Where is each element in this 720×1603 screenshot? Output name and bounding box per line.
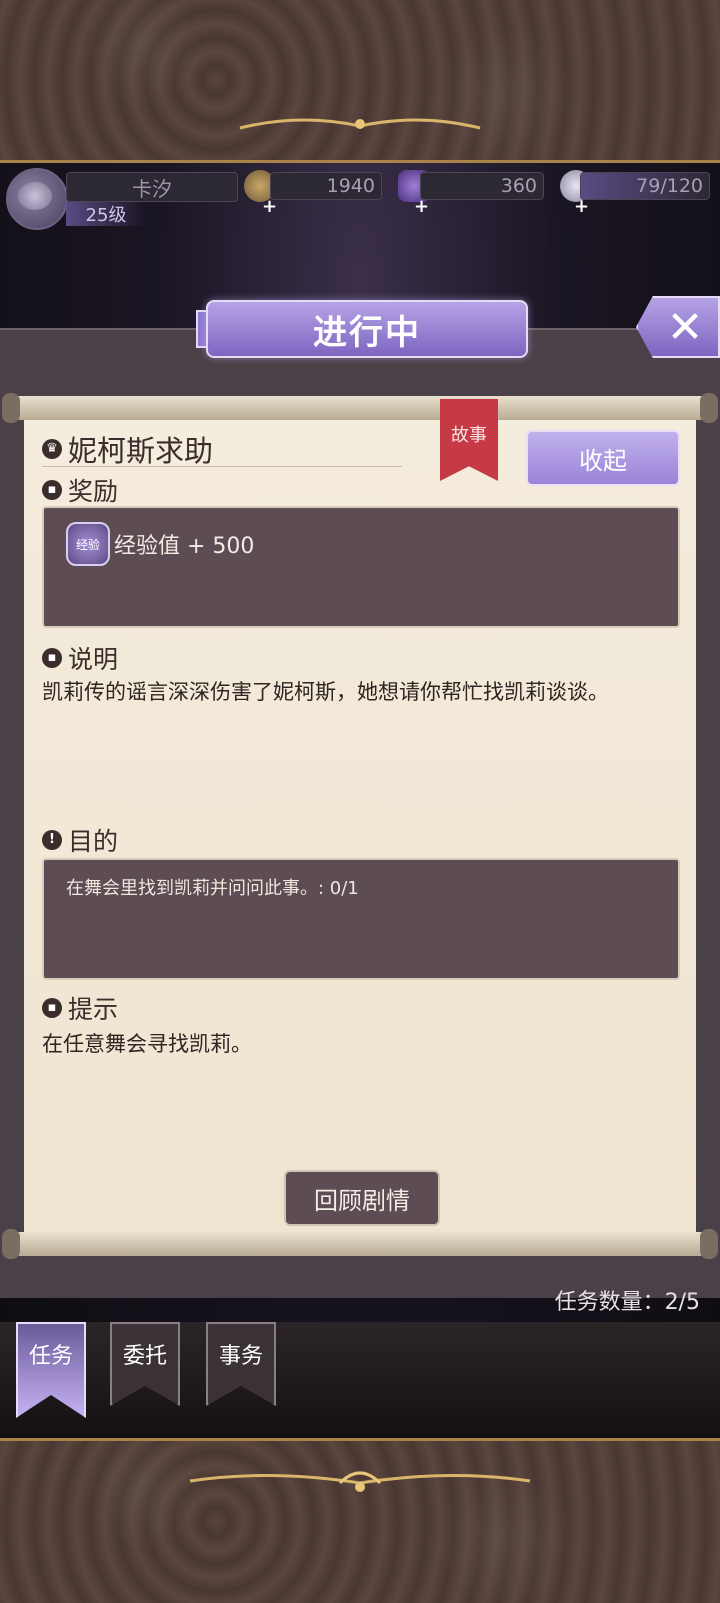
bottom-wood-frame <box>0 1438 720 1603</box>
goal-heading: ! 目的 <box>42 822 118 858</box>
gem-count: 360 <box>420 172 544 200</box>
reward-heading-label: 奖励 <box>68 477 119 506</box>
scroll-rod-bottom <box>8 1232 712 1256</box>
stamina-count: 79/120 <box>580 172 710 200</box>
player-level: 25级 <box>66 202 146 226</box>
title-divider <box>42 466 402 467</box>
quest-title: ♛ 妮柯斯求助 <box>42 428 213 470</box>
desc-heading-label: 说明 <box>68 645 119 674</box>
add-gem-icon[interactable]: + <box>414 196 429 217</box>
close-icon: ✕ <box>666 301 704 353</box>
desc-text: 凯莉传的谣言深深伤害了妮柯斯，她想请你帮忙找凯莉谈谈。 <box>42 680 609 704</box>
desc-heading: ▪ 说明 <box>42 640 118 676</box>
scroll-rod-end-left <box>2 393 20 423</box>
tab-bar <box>0 1322 720 1438</box>
reward-box: 经验 经验值 + 500 <box>42 506 680 628</box>
gold-ornament-icon <box>239 118 481 130</box>
hint-text: 在任意舞会寻找凯莉。 <box>42 1032 252 1056</box>
hint-bullet-icon: ▪ <box>42 998 62 1018</box>
player-name: 卡汐 <box>66 172 238 202</box>
gold-ornament-bottom-icon <box>189 1471 531 1492</box>
reward-heading: ▪ 奖励 <box>42 472 118 508</box>
reward-bullet-icon: ▪ <box>42 480 62 500</box>
exclamation-icon: ! <box>42 830 62 850</box>
page-title: 进行中 <box>206 300 528 358</box>
scroll-rod-end-right <box>700 393 718 423</box>
scroll-rod-end-left-bottom <box>2 1229 20 1259</box>
reward-text: 经验值 + 500 <box>114 534 255 559</box>
add-coin-icon[interactable]: + <box>262 196 277 217</box>
scroll-rod-end-right-bottom <box>700 1229 718 1259</box>
desc-bullet-icon: ▪ <box>42 648 62 668</box>
goal-heading-label: 目的 <box>68 827 119 856</box>
add-stamina-icon[interactable]: + <box>574 196 589 217</box>
scroll-rod-top <box>8 396 712 420</box>
hint-heading: ▪ 提示 <box>42 990 118 1026</box>
collapse-button[interactable]: 收起 <box>526 430 680 486</box>
goal-box: 在舞会里找到凯莉并问问此事。: 0/1 <box>42 858 680 980</box>
exp-icon: 经验 <box>66 522 110 566</box>
coin-count: 1940 <box>270 172 382 200</box>
rose-icon <box>18 182 52 210</box>
top-wood-frame <box>0 0 720 163</box>
hint-heading-label: 提示 <box>68 995 119 1024</box>
close-button[interactable]: ✕ <box>636 296 720 358</box>
quest-name: 妮柯斯求助 <box>68 434 214 468</box>
crown-icon: ♛ <box>42 439 62 459</box>
task-count: 任务数量：2/5 <box>554 1290 700 1315</box>
goal-text: 在舞会里找到凯莉并问问此事。: 0/1 <box>66 878 359 899</box>
review-story-button[interactable]: 回顾剧情 <box>284 1170 440 1226</box>
